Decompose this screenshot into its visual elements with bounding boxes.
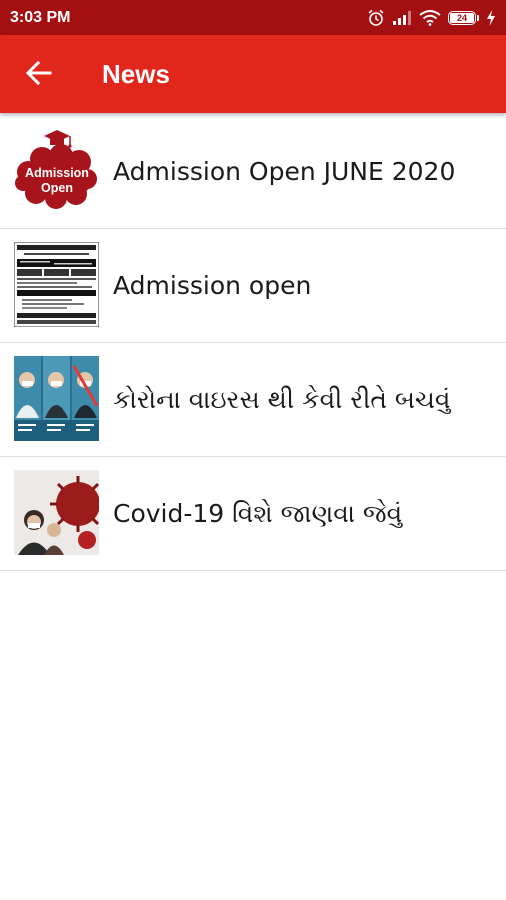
news-title: Admission Open JUNE 2020 — [113, 157, 456, 186]
wifi-icon — [419, 9, 441, 26]
status-bar: 3:03 PM 24 — [0, 0, 506, 35]
signal-icon — [393, 10, 411, 25]
thumb-text-open: Open — [41, 181, 73, 195]
news-item-covid-info[interactable]: Covid-19 વિશે જાણવા જેવું — [0, 457, 506, 571]
thumb-text-admission: Admission — [25, 166, 89, 180]
charging-icon — [487, 9, 495, 26]
alarm-icon — [368, 9, 384, 26]
battery-level: 24 — [450, 12, 474, 23]
news-thumbnail-admission-notice — [14, 242, 99, 327]
news-title: કોરોના વાઇરસ થી કેવી રીતે બચવું — [113, 384, 451, 414]
news-thumbnail-admission-open: Admission Open — [14, 128, 99, 213]
news-item-admission-open[interactable]: Admission open — [0, 229, 506, 343]
news-title: Admission open — [113, 271, 312, 300]
news-item-corona-prevention[interactable]: કોરોના વાઇરસ થી કેવી રીતે બચવું — [0, 343, 506, 457]
battery-icon: 24 — [448, 10, 479, 25]
news-item-admission-june[interactable]: Admission Open Admission Open JUNE 2020 — [0, 115, 506, 229]
back-arrow-icon — [26, 61, 52, 85]
news-title: Covid-19 વિશે જાણવા જેવું — [113, 498, 403, 528]
news-thumbnail-covid-virus — [14, 470, 99, 555]
news-thumbnail-corona-masks — [14, 356, 99, 441]
status-icons: 24 — [367, 9, 496, 27]
status-time: 3:03 PM — [10, 8, 71, 26]
news-list: Admission Open Admission Open JUNE 2020 — [0, 115, 506, 571]
app-bar: News — [0, 35, 506, 113]
back-button[interactable] — [17, 51, 61, 95]
page-title: News — [102, 59, 170, 89]
